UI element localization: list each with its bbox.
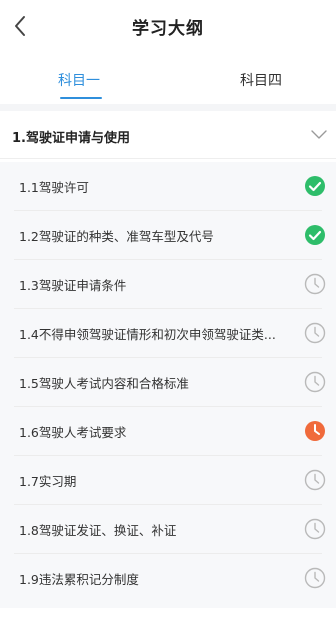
chapter-title: 1.驾驶证申请与使用 [12, 131, 130, 146]
bottom-spacer [0, 608, 336, 618]
clock-icon [304, 273, 326, 295]
list-item-label: 1.4不得申领驾驶证情形和初次申领驾驶证类... [19, 327, 276, 342]
check-circle-icon [305, 225, 325, 245]
list-item[interactable]: 1.9违法累积记分制度 [0, 554, 336, 603]
clock-icon [304, 567, 326, 589]
page-title: 学习大纲 [132, 19, 204, 39]
list-item-label: 1.7实习期 [19, 474, 77, 489]
list-item-label: 1.9违法累积记分制度 [19, 572, 139, 587]
clock-icon [304, 518, 326, 540]
clock-icon [304, 469, 326, 491]
list-item[interactable]: 1.5驾驶人考试内容和合格标准 [0, 358, 336, 407]
app-header: 学习大纲 [0, 0, 336, 56]
list-item-label: 1.2驾驶证的种类、准驾车型及代号 [19, 229, 214, 244]
list-item-label: 1.8驾驶证发证、换证、补证 [19, 523, 177, 538]
tab-subject-four[interactable]: 科目四 [240, 70, 282, 90]
list-item[interactable]: 1.3驾驶证申请条件 [0, 260, 336, 309]
list-item[interactable]: 1.4不得申领驾驶证情形和初次申领驾驶证类... [0, 309, 336, 358]
check-circle-icon [305, 176, 325, 196]
list-item-label: 1.3驾驶证申请条件 [19, 278, 127, 293]
list-item[interactable]: 1.1驾驶许可 [0, 162, 336, 211]
list-item-label: 1.1驾驶许可 [19, 180, 89, 195]
chapter-header[interactable]: 1.驾驶证申请与使用 [0, 111, 336, 159]
chevron-down-icon[interactable] [310, 127, 328, 141]
outline-list: 1.1驾驶许可 1.2驾驶证的种类、准驾车型及代号 1.3驾驶证申请条件 1.4不得申… [0, 162, 336, 608]
list-item[interactable]: 1.8驾驶证发证、换证、补证 [0, 505, 336, 554]
list-item[interactable]: 1.7实习期 [0, 456, 336, 505]
tab-subject-one[interactable]: 科目一 [58, 70, 100, 90]
active-tab-indicator [60, 97, 102, 99]
subject-tabs: 科目一 科目四 [0, 56, 336, 104]
clock-icon [304, 371, 326, 393]
clock-icon [305, 421, 325, 441]
list-item-label: 1.5驾驶人考试内容和合格标准 [19, 376, 189, 391]
divider [0, 104, 336, 111]
list-item[interactable]: 1.2驾驶证的种类、准驾车型及代号 [0, 211, 336, 260]
clock-icon [304, 322, 326, 344]
list-item[interactable]: 1.6驾驶人考试要求 [0, 407, 336, 456]
list-item-label: 1.6驾驶人考试要求 [19, 425, 127, 440]
